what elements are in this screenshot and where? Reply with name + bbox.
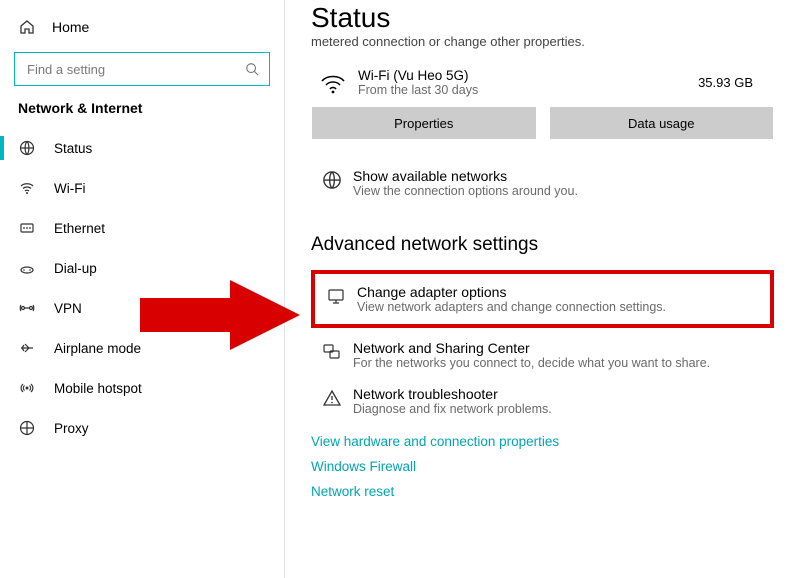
sidebar-item-label: Mobile hotspot [54, 381, 142, 396]
main-panel: Status metered connection or change othe… [285, 0, 800, 578]
status-icon [18, 140, 36, 156]
row-sub: View network adapters and change connect… [357, 300, 766, 314]
row-title: Network and Sharing Center [353, 340, 770, 356]
ethernet-icon [18, 220, 36, 236]
sidebar-item-label: VPN [54, 301, 82, 316]
sidebar-item-proxy[interactable]: Proxy [0, 408, 284, 448]
search-input[interactable] [25, 61, 245, 78]
sidebar-item-label: Ethernet [54, 221, 105, 236]
row-sub: View the connection options around you. [353, 184, 770, 198]
sidebar-item-label: Wi-Fi [54, 181, 85, 196]
properties-button[interactable]: Properties [312, 107, 536, 139]
wifi-icon [316, 72, 350, 94]
home-label: Home [52, 19, 89, 35]
sidebar-item-wifi[interactable]: Wi-Fi [0, 168, 284, 208]
sidebar-item-ethernet[interactable]: Ethernet [0, 208, 284, 248]
sidebar-item-label: Proxy [54, 421, 89, 436]
page-title: Status [311, 2, 774, 34]
network-card: Wi-Fi (Vu Heo 5G) From the last 30 days … [311, 63, 774, 140]
sharing-icon [315, 340, 349, 362]
link-hardware-properties[interactable]: View hardware and connection properties [311, 434, 774, 449]
row-title: Show available networks [353, 168, 770, 184]
proxy-icon [18, 420, 36, 436]
airplane-icon [18, 340, 36, 356]
home-icon [18, 19, 36, 35]
row-sub: For the networks you connect to, decide … [353, 356, 770, 370]
sidebar-item-label: Status [54, 141, 92, 156]
row-sub: Diagnose and fix network problems. [353, 402, 770, 416]
adapter-options-row[interactable]: Change adapter options View network adap… [317, 278, 768, 320]
home-button[interactable]: Home [0, 10, 284, 44]
search-icon [245, 62, 259, 76]
sidebar-item-label: Dial-up [54, 261, 97, 276]
adapter-icon [319, 284, 353, 306]
network-name: Wi-Fi (Vu Heo 5G) [358, 68, 698, 83]
search-box[interactable] [14, 52, 270, 86]
sidebar-item-dialup[interactable]: Dial-up [0, 248, 284, 288]
page-subnote: metered connection or change other prope… [311, 34, 774, 49]
network-period: From the last 30 days [358, 83, 698, 97]
highlight-box: Change adapter options View network adap… [311, 270, 774, 328]
sidebar: Home Network & Internet Status [0, 0, 285, 578]
sidebar-item-status[interactable]: Status [0, 128, 284, 168]
dialup-icon [18, 260, 36, 276]
link-windows-firewall[interactable]: Windows Firewall [311, 459, 774, 474]
sidebar-section-title: Network & Internet [0, 100, 284, 128]
troubleshooter-row[interactable]: Network troubleshooter Diagnose and fix … [311, 378, 774, 424]
row-title: Change adapter options [357, 284, 766, 300]
sharing-center-row[interactable]: Network and Sharing Center For the netwo… [311, 332, 774, 378]
sidebar-item-hotspot[interactable]: Mobile hotspot [0, 368, 284, 408]
network-usage: 35.93 GB [698, 75, 769, 90]
data-usage-button[interactable]: Data usage [550, 107, 774, 139]
sidebar-item-airplane[interactable]: Airplane mode [0, 328, 284, 368]
hotspot-icon [18, 380, 36, 396]
sidebar-item-label: Airplane mode [54, 341, 141, 356]
wifi-icon [18, 180, 36, 196]
sidebar-item-vpn[interactable]: VPN [0, 288, 284, 328]
advanced-section-title: Advanced network settings [311, 234, 774, 256]
show-networks-row[interactable]: Show available networks View the connect… [311, 160, 774, 206]
globe-icon [315, 168, 349, 190]
link-network-reset[interactable]: Network reset [311, 484, 774, 499]
vpn-icon [18, 300, 36, 316]
warning-icon [315, 386, 349, 408]
row-title: Network troubleshooter [353, 386, 770, 402]
